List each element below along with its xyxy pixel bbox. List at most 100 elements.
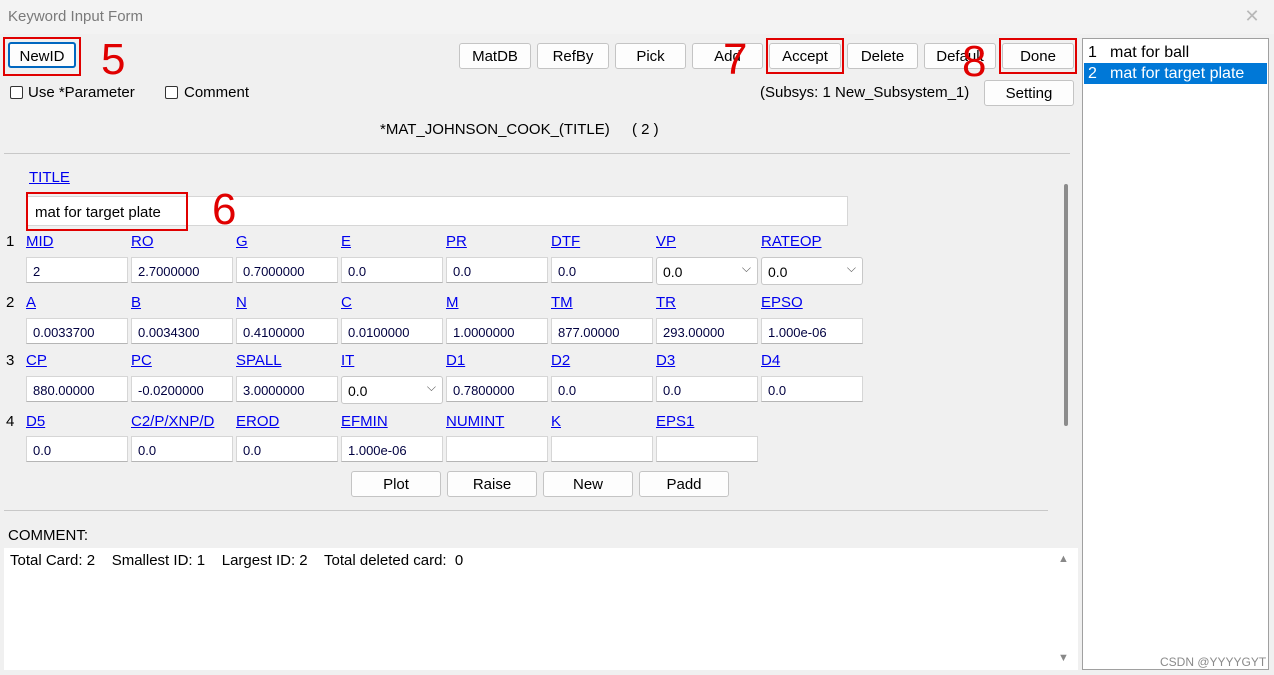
keyword-list[interactable] <box>1082 38 1269 670</box>
title-input[interactable]: mat for target plate <box>26 196 848 226</box>
field-label-tm[interactable]: TM <box>551 294 573 311</box>
field-label-d2[interactable]: D2 <box>551 352 570 369</box>
field-label-d4[interactable]: D4 <box>761 352 780 369</box>
field-label-ro[interactable]: RO <box>131 233 154 250</box>
comment-text: Total Card: 2 Smallest ID: 1 Largest ID:… <box>10 552 464 569</box>
new-button[interactable]: New <box>543 471 633 497</box>
field-input-m[interactable]: 1.0000000 <box>446 318 548 344</box>
subsystem-label: (Subsys: 1 New_Subsystem_1) <box>760 84 970 101</box>
field-label-eps1[interactable]: EPS1 <box>656 413 694 430</box>
card-number: 1 <box>6 233 15 250</box>
close-icon[interactable]: ✕ <box>1242 6 1262 26</box>
matdb-button[interactable]: MatDB <box>459 43 531 69</box>
field-input-n[interactable]: 0.4100000 <box>236 318 338 344</box>
field-input-c[interactable]: 0.0100000 <box>341 318 443 344</box>
field-input-k[interactable] <box>551 436 653 462</box>
field-label-erod[interactable]: EROD <box>236 413 279 430</box>
use-parameter-checkbox[interactable] <box>10 86 23 99</box>
field-input-g[interactable]: 0.7000000 <box>236 257 338 283</box>
field-label-c2pxnpd[interactable]: C2/P/XNP/D <box>131 413 214 430</box>
field-input-a[interactable]: 0.0033700 <box>26 318 128 344</box>
field-select-vp[interactable]: 0.0 ⌵ <box>656 257 758 285</box>
field-label-cp[interactable]: CP <box>26 352 47 369</box>
card-number: 3 <box>6 352 15 369</box>
field-input-erod[interactable]: 0.0 <box>236 436 338 462</box>
field-label-e[interactable]: E <box>341 233 351 250</box>
plot-button[interactable]: Plot <box>351 471 441 497</box>
list-item[interactable]: 1 mat for ball <box>1084 42 1267 63</box>
fields-scrollbar[interactable] <box>1064 184 1068 426</box>
field-select-it[interactable]: 0.0 ⌵ <box>341 376 443 404</box>
field-label-pr[interactable]: PR <box>446 233 467 250</box>
newid-button[interactable]: NewID <box>8 42 76 68</box>
field-input-c2pxnpd[interactable]: 0.0 <box>131 436 233 462</box>
field-input-mid[interactable]: 2 <box>26 257 128 283</box>
watermark: CSDN @YYYYGYT <box>1160 655 1267 669</box>
field-input-cp[interactable]: 880.00000 <box>26 376 128 402</box>
field-select-rateop[interactable]: 0.0 ⌵ <box>761 257 863 285</box>
field-label-dtf[interactable]: DTF <box>551 233 580 250</box>
field-input-e[interactable]: 0.0 <box>341 257 443 283</box>
field-label-epso[interactable]: EPSO <box>761 294 803 311</box>
select-value: 0.0 <box>768 264 788 280</box>
field-input-ro[interactable]: 2.7000000 <box>131 257 233 283</box>
refby-button[interactable]: RefBy <box>537 43 609 69</box>
comment-label: COMMENT: <box>8 527 88 544</box>
field-input-d4[interactable]: 0.0 <box>761 376 863 402</box>
done-button[interactable]: Done <box>1002 43 1074 69</box>
field-input-epso[interactable]: 1.000e-06 <box>761 318 863 344</box>
field-input-efmin[interactable]: 1.000e-06 <box>341 436 443 462</box>
use-parameter-label: Use *Parameter <box>28 84 135 101</box>
pick-button[interactable]: Pick <box>615 43 686 69</box>
field-input-tr[interactable]: 293.00000 <box>656 318 758 344</box>
card-number: 4 <box>6 413 15 430</box>
setting-button[interactable]: Setting <box>984 80 1074 106</box>
list-item-selected[interactable]: 2 mat for target plate <box>1084 63 1267 84</box>
field-label-numint[interactable]: NUMINT <box>446 413 504 430</box>
raise-button[interactable]: Raise <box>447 471 537 497</box>
field-label-efmin[interactable]: EFMIN <box>341 413 388 430</box>
field-label-mid[interactable]: MID <box>26 233 54 250</box>
field-label-m[interactable]: M <box>446 294 459 311</box>
comment-checkbox-label: Comment <box>184 84 250 101</box>
field-input-b[interactable]: 0.0034300 <box>131 318 233 344</box>
title-field-label[interactable]: TITLE <box>29 169 70 186</box>
field-label-g[interactable]: G <box>236 233 248 250</box>
field-label-it[interactable]: IT <box>341 352 354 369</box>
card-number: 2 <box>6 294 15 311</box>
field-input-dtf[interactable]: 0.0 <box>551 257 653 283</box>
field-label-d1[interactable]: D1 <box>446 352 465 369</box>
field-input-spall[interactable]: 3.0000000 <box>236 376 338 402</box>
field-label-c[interactable]: C <box>341 294 352 311</box>
field-input-d1[interactable]: 0.7800000 <box>446 376 548 402</box>
padd-button[interactable]: Padd <box>639 471 729 497</box>
field-label-d5[interactable]: D5 <box>26 413 45 430</box>
field-input-tm[interactable]: 877.00000 <box>551 318 653 344</box>
field-input-pr[interactable]: 0.0 <box>446 257 548 283</box>
field-input-eps1[interactable] <box>656 436 758 462</box>
field-label-spall[interactable]: SPALL <box>236 352 282 369</box>
scroll-down-icon[interactable]: ▼ <box>1058 652 1069 664</box>
field-label-pc[interactable]: PC <box>131 352 152 369</box>
field-input-d5[interactable]: 0.0 <box>26 436 128 462</box>
field-label-a[interactable]: A <box>26 294 36 311</box>
field-label-vp[interactable]: VP <box>656 233 676 250</box>
keyword-count: ( 2 ) <box>631 121 659 138</box>
field-label-d3[interactable]: D3 <box>656 352 675 369</box>
field-label-b[interactable]: B <box>131 294 141 311</box>
delete-button[interactable]: Delete <box>847 43 918 69</box>
accept-button[interactable]: Accept <box>769 43 841 69</box>
keyword-name: *MAT_JOHNSON_COOK_(TITLE) <box>380 121 610 138</box>
field-input-d2[interactable]: 0.0 <box>551 376 653 402</box>
list-item-name: mat for ball <box>1110 44 1190 61</box>
field-input-d3[interactable]: 0.0 <box>656 376 758 402</box>
field-label-k[interactable]: K <box>551 413 561 430</box>
scroll-up-icon[interactable]: ▲ <box>1058 553 1069 565</box>
select-value: 0.0 <box>663 264 683 280</box>
field-input-pc[interactable]: -0.0200000 <box>131 376 233 402</box>
field-label-n[interactable]: N <box>236 294 247 311</box>
field-label-tr[interactable]: TR <box>656 294 676 311</box>
field-label-rateop[interactable]: RATEOP <box>761 233 822 250</box>
field-input-numint[interactable] <box>446 436 548 462</box>
comment-checkbox[interactable] <box>165 86 178 99</box>
